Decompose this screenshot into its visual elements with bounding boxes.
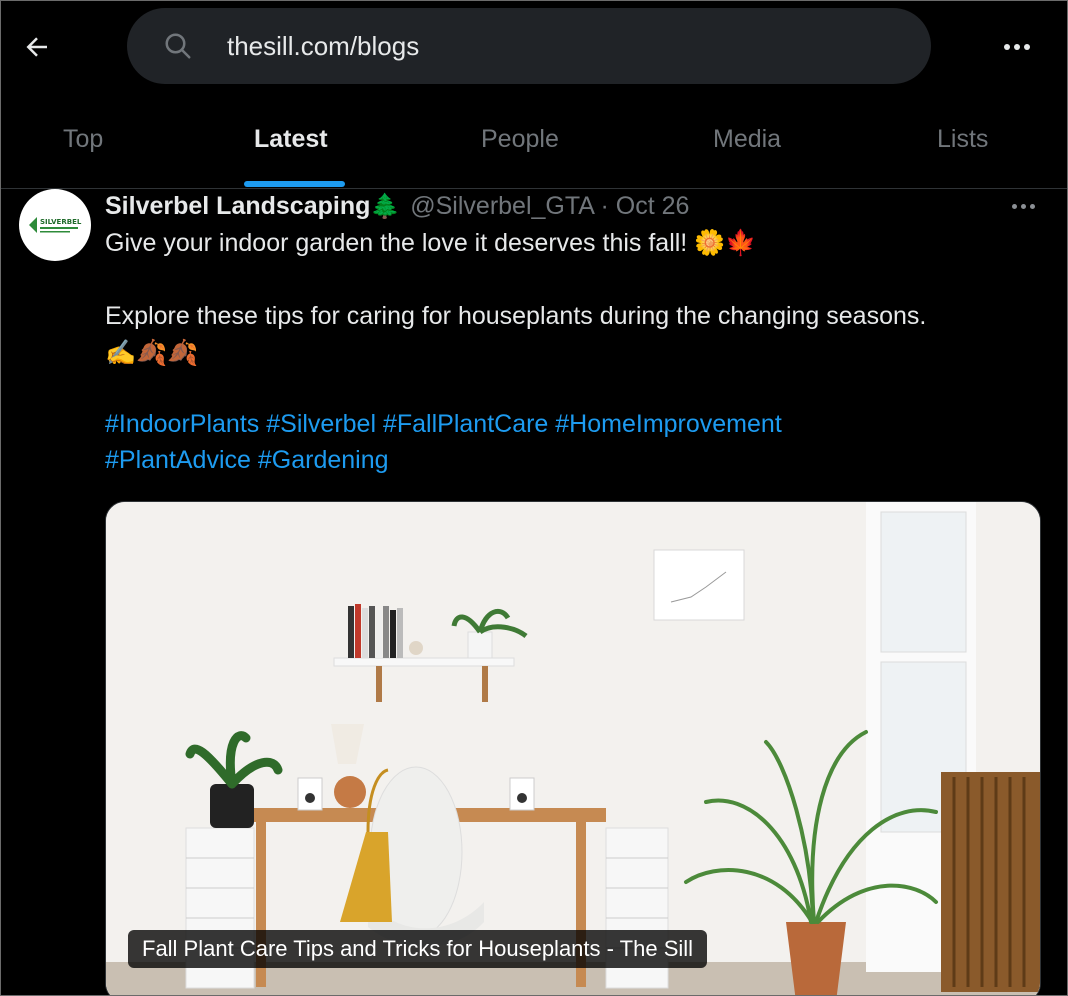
card-title: Fall Plant Care Tips and Tricks for Hous… (128, 930, 708, 968)
tweet-more-button[interactable] (1003, 196, 1043, 216)
active-tab-indicator (244, 181, 345, 187)
tweet-header: Silverbel Landscaping 🌲 @Silverbel_GTA ·… (105, 189, 689, 223)
hashtag-link[interactable]: #HomeImprovement (555, 410, 781, 438)
more-dots-icon (1004, 44, 1010, 50)
room-photo (106, 502, 1040, 995)
svg-text:SILVERBEL: SILVERBEL (40, 218, 82, 226)
hashtag-line-1: #IndoorPlants #Silverbel #FallPlantCare … (105, 410, 782, 439)
hashtag-line-2: #PlantAdvice #Gardening (105, 446, 389, 475)
silverbel-logo-icon: SILVERBEL (29, 217, 82, 233)
back-button[interactable] (15, 25, 59, 69)
tab-lists[interactable]: Lists (937, 109, 988, 189)
hashtag-link[interactable]: #IndoorPlants (105, 410, 259, 438)
display-name[interactable]: Silverbel Landscaping (105, 192, 370, 221)
more-dot (1024, 44, 1030, 50)
hashtag-link[interactable]: #PlantAdvice (105, 446, 251, 474)
tweet-more-dot (1029, 203, 1035, 209)
search-box[interactable] (127, 8, 931, 84)
search-icon (163, 31, 193, 61)
search-input[interactable] (225, 29, 829, 63)
more-dot (1014, 44, 1020, 50)
avatar[interactable]: SILVERBEL (19, 189, 91, 261)
tab-latest[interactable]: Latest (254, 109, 328, 189)
tweet-text-line-3: ✍️🍂🍂 (105, 339, 199, 367)
tweet-more-dot (1020, 203, 1026, 209)
more-options-button[interactable] (995, 29, 1039, 65)
hashtag-link[interactable]: #Silverbel (266, 410, 376, 438)
tab-media[interactable]: Media (713, 109, 781, 189)
tweet-text-line-1: Give your indoor garden the love it dese… (105, 229, 757, 257)
hashtag-link[interactable]: #FallPlantCare (383, 410, 548, 438)
tweet-text-line-2: Explore these tips for caring for housep… (105, 302, 927, 330)
link-card[interactable]: Fall Plant Care Tips and Tricks for Hous… (105, 501, 1041, 995)
handle-and-date[interactable]: @Silverbel_GTA · Oct 26 (410, 192, 689, 221)
arrow-left-icon (26, 37, 47, 57)
tree-emoji: 🌲 (370, 192, 401, 220)
app-frame: Top Latest People Media Lists SILVERBEL … (0, 0, 1068, 996)
tab-top[interactable]: Top (63, 109, 103, 189)
tab-people[interactable]: People (481, 109, 559, 189)
hashtag-link[interactable]: #Gardening (258, 446, 389, 474)
tweet-more-dots-icon (1011, 203, 1017, 209)
tab-bar: Top Latest People Media Lists (1, 109, 1067, 189)
